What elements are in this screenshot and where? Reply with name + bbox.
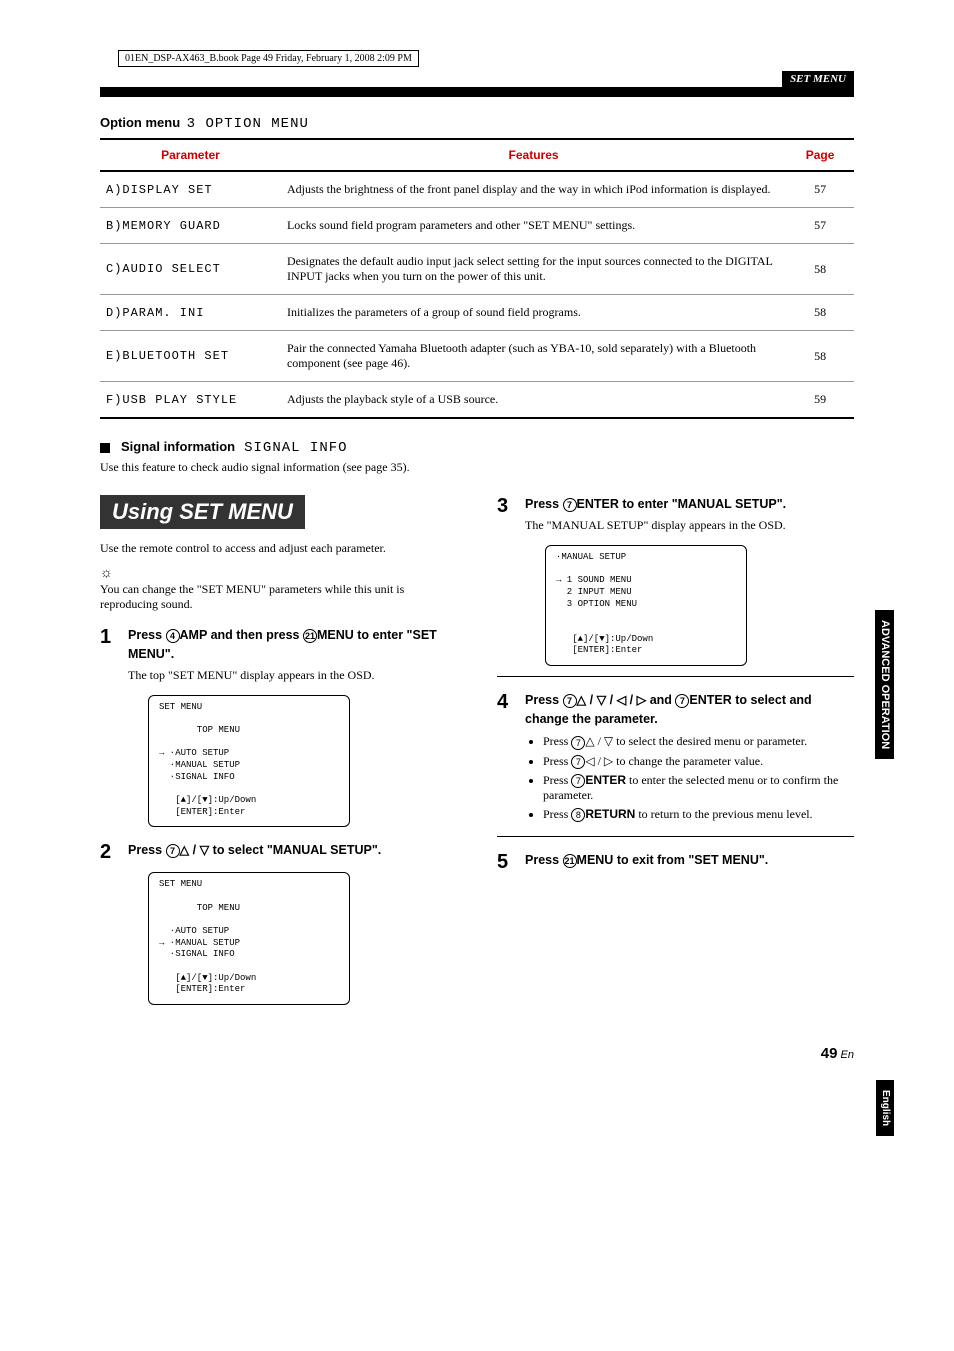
table-row: E)BLUETOOTH SET Pair the connected Yamah… [100, 331, 854, 382]
step-number: 5 [497, 851, 513, 874]
step-number: 2 [100, 841, 116, 1005]
side-tab-advanced-operation: ADVANCED OPERATION [875, 610, 894, 759]
print-header: 01EN_DSP-AX463_B.book Page 49 Friday, Fe… [118, 50, 419, 67]
page-cell: 58 [786, 295, 854, 331]
step-rule [497, 836, 854, 837]
using-intro: Use the remote control to access and adj… [100, 541, 457, 556]
step-4-bullets: Press 7△ / ▽ to select the desired menu … [525, 734, 854, 822]
step-4-title: Press 7△ / ▽ / ◁ / ▷ and 7ENTER to selec… [525, 691, 854, 729]
option-menu-table: Parameter Features Page A)DISPLAY SET Ad… [100, 138, 854, 419]
circled-4-icon: 4 [166, 629, 180, 643]
left-column: Using SET MENU Use the remote control to… [100, 495, 457, 1005]
circled-7-icon: 7 [571, 736, 585, 750]
table-row: F)USB PLAY STYLE Adjusts the playback st… [100, 382, 854, 419]
param-cell: D)PARAM. INI [100, 295, 281, 331]
step-number: 3 [497, 495, 513, 666]
step-rule [497, 676, 854, 677]
tip-icon: ☼ [100, 566, 457, 582]
table-row: D)PARAM. INI Initializes the parameters … [100, 295, 854, 331]
list-item: Press 7ENTER to enter the selected menu … [543, 773, 854, 803]
step-1-title: Press 4AMP and then press 21MENU to ente… [128, 626, 457, 664]
signal-info-heading: Signal information SIGNAL INFO [100, 439, 854, 456]
circled-7-icon: 7 [675, 694, 689, 708]
circled-7-icon: 7 [571, 774, 585, 788]
page-cell: 59 [786, 382, 854, 419]
step-3-title: Press 7ENTER to enter "MANUAL SETUP". [525, 495, 854, 514]
circled-7-icon: 7 [563, 694, 577, 708]
osd-display-2: SET MENU TOP MENU ∙AUTO SETUP → ∙MANUAL … [148, 872, 350, 1005]
step-1: 1 Press 4AMP and then press 21MENU to en… [100, 626, 457, 827]
param-cell: F)USB PLAY STYLE [100, 382, 281, 419]
list-item: Press 7△ / ▽ to select the desired menu … [543, 734, 854, 749]
step-5: 5 Press 21MENU to exit from "SET MENU". [497, 851, 854, 874]
signal-info-title: Signal information [121, 439, 235, 454]
set-menu-tab: SET MENU [782, 71, 854, 87]
step-4: 4 Press 7△ / ▽ / ◁ / ▷ and 7ENTER to sel… [497, 691, 854, 827]
signal-info-body: Use this feature to check audio signal i… [100, 460, 854, 475]
param-cell: E)BLUETOOTH SET [100, 331, 281, 382]
option-menu-label: Option menu [100, 115, 180, 130]
top-black-bar: SET MENU [100, 87, 854, 97]
step-1-desc: The top "SET MENU" display appears in th… [128, 668, 457, 683]
osd-display-1: SET MENU TOP MENU → ∙AUTO SETUP ∙MANUAL … [148, 695, 350, 828]
list-item: Press 7◁ / ▷ to change the parameter val… [543, 754, 854, 769]
table-row: C)AUDIO SELECT Designates the default au… [100, 244, 854, 295]
param-cell: C)AUDIO SELECT [100, 244, 281, 295]
feat-cell: Adjusts the brightness of the front pane… [281, 171, 786, 208]
circled-8-icon: 8 [571, 808, 585, 822]
page-cell: 57 [786, 171, 854, 208]
feat-cell: Adjusts the playback style of a USB sour… [281, 382, 786, 419]
side-tab-english: English [876, 1080, 894, 1136]
th-parameter: Parameter [100, 139, 281, 171]
page-cell: 57 [786, 208, 854, 244]
list-item: Press 8RETURN to return to the previous … [543, 807, 854, 822]
table-row: B)MEMORY GUARD Locks sound field program… [100, 208, 854, 244]
square-bullet-icon [100, 443, 110, 453]
circled-21-icon: 21 [303, 629, 317, 643]
step-2-title: Press 7△ / ▽ to select "MANUAL SETUP". [128, 841, 457, 860]
param-cell: A)DISPLAY SET [100, 171, 281, 208]
circled-7-icon: 7 [571, 755, 585, 769]
using-tip: You can change the "SET MENU" parameters… [100, 582, 457, 612]
th-features: Features [281, 139, 786, 171]
page-number: 49 En [100, 1045, 854, 1062]
feat-cell: Pair the connected Yamaha Bluetooth adap… [281, 331, 786, 382]
page-cell: 58 [786, 331, 854, 382]
circled-21-icon: 21 [563, 854, 577, 868]
table-row: A)DISPLAY SET Adjusts the brightness of … [100, 171, 854, 208]
step-3: 3 Press 7ENTER to enter "MANUAL SETUP". … [497, 495, 854, 666]
right-column: 3 Press 7ENTER to enter "MANUAL SETUP". … [497, 495, 854, 1005]
osd-display-3: ∙MANUAL SETUP → 1 SOUND MENU 2 INPUT MEN… [545, 545, 747, 666]
feat-cell: Initializes the parameters of a group of… [281, 295, 786, 331]
circled-7-icon: 7 [166, 844, 180, 858]
feat-cell: Locks sound field program parameters and… [281, 208, 786, 244]
option-menu-code: 3 OPTION MENU [187, 116, 309, 132]
step-2: 2 Press 7△ / ▽ to select "MANUAL SETUP".… [100, 841, 457, 1005]
feat-cell: Designates the default audio input jack … [281, 244, 786, 295]
step-number: 4 [497, 691, 513, 827]
step-3-desc: The "MANUAL SETUP" display appears in th… [525, 518, 854, 533]
step-5-title: Press 21MENU to exit from "SET MENU". [525, 851, 854, 870]
using-set-menu-heading: Using SET MENU [100, 495, 305, 529]
page-cell: 58 [786, 244, 854, 295]
option-menu-heading: Option menu 3 OPTION MENU [100, 115, 854, 132]
th-page: Page [786, 139, 854, 171]
param-cell: B)MEMORY GUARD [100, 208, 281, 244]
signal-info-code: SIGNAL INFO [244, 440, 347, 456]
circled-7-icon: 7 [563, 498, 577, 512]
step-number: 1 [100, 626, 116, 827]
